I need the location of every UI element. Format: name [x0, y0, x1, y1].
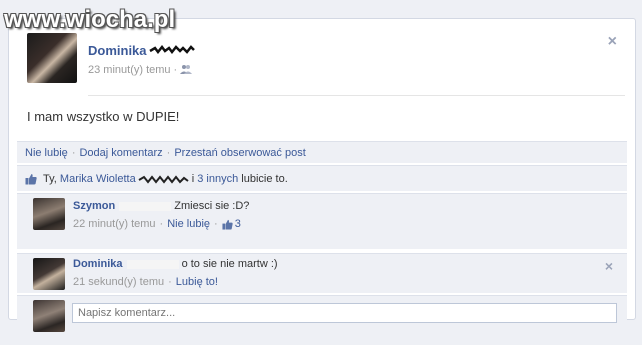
author-name[interactable]: Dominika — [88, 43, 147, 58]
comment-author[interactable]: Dominika — [73, 258, 123, 270]
comment-text: o to sie nie martw :) — [181, 258, 278, 270]
post-meta: 23 minut(y) temu · — [88, 63, 193, 76]
action-bar: Nie lubię · Dodaj komentarz · Przestań obser… — [17, 141, 627, 163]
likes-you: Ty, — [43, 173, 57, 185]
unlike-link[interactable]: Nie lubię — [25, 147, 68, 159]
friends-icon[interactable] — [180, 64, 193, 74]
comment-avatar[interactable] — [33, 258, 65, 290]
likes-and: i — [191, 173, 195, 185]
comment-like-link[interactable]: Lubię to! — [176, 276, 218, 288]
redacted-surname — [126, 259, 179, 269]
likes-row: Ty, Marika Wioletta i 3 innych lubicie t… — [17, 165, 627, 191]
thumbs-up-icon — [222, 219, 233, 230]
comment-like-count[interactable]: 3 — [235, 218, 241, 230]
post-time[interactable]: 23 minut(y) temu — [88, 64, 171, 76]
comment: Dominika o to sie nie martw :) 21 sekund… — [17, 253, 627, 293]
add-comment-link[interactable]: Dodaj komentarz — [79, 147, 162, 159]
unfollow-link[interactable]: Przestań obserwować post — [174, 147, 305, 159]
comment-time[interactable]: 22 minut(y) temu — [73, 218, 156, 230]
author-avatar[interactable] — [27, 33, 77, 83]
comment-avatar[interactable] — [33, 198, 65, 230]
comment-input[interactable] — [72, 303, 617, 323]
likes-suffix: lubicie to. — [241, 173, 288, 185]
comment-composer — [17, 295, 627, 335]
comment-text: Zmiesci sie :D? — [174, 200, 250, 212]
story-card: Dominika 23 minut(y) temu · × I mam wszys… — [8, 18, 636, 335]
divider — [88, 95, 625, 96]
thumbs-up-icon — [25, 174, 37, 185]
likes-person[interactable]: Marika Wioletta — [60, 173, 136, 185]
comment: Szymon Zmiesci sie :D? 22 minut(y) temu ·… — [17, 193, 627, 249]
status-text: I mam wszystko w DUPIE! — [27, 109, 180, 124]
comment-author[interactable]: Szymon — [73, 200, 115, 212]
watermark: www.wiocha.pl — [4, 6, 176, 33]
comment-unlike-link[interactable]: Nie lubię — [167, 218, 210, 230]
redacted-surname — [119, 201, 172, 211]
close-icon[interactable]: × — [608, 33, 617, 51]
close-icon[interactable]: × — [605, 258, 613, 274]
name-scribble — [138, 174, 189, 184]
likes-others[interactable]: 3 innych — [197, 173, 238, 185]
comment-time[interactable]: 21 sekund(y) temu — [73, 276, 164, 288]
name-scribble — [149, 45, 195, 54]
composer-avatar — [33, 300, 65, 332]
